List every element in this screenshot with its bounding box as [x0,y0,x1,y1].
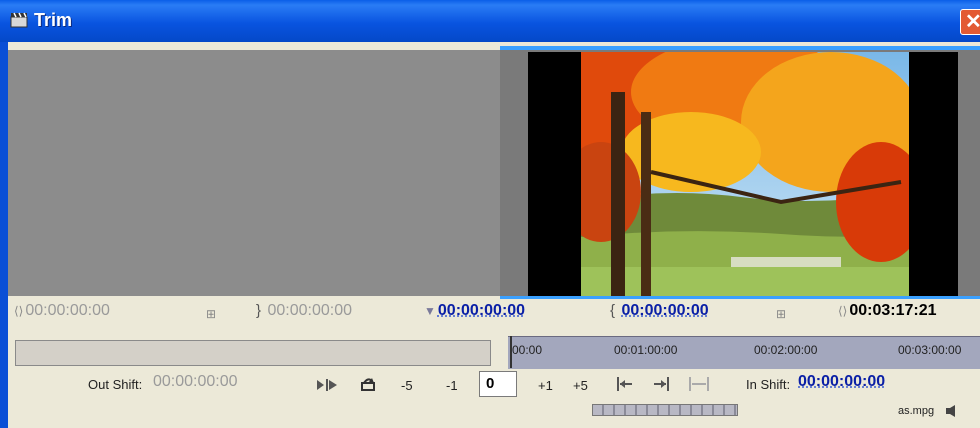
speaker-icon[interactable] [944,405,958,417]
trim-both-icon[interactable] [688,376,710,392]
zoom-scroller[interactable] [592,404,738,416]
trim-frames-input[interactable]: 0 [479,371,517,397]
timeline-tick: 00:00 [512,343,543,357]
out-in-point-timecode[interactable]: ⟨⟩ 00:00:00:00 [14,302,110,328]
timeline-tick: 00:01:00:00 [614,343,678,357]
window-title: Trim [34,10,73,30]
in-point-icon: { [610,302,616,319]
go-to-in-point-icon[interactable] [616,376,634,392]
clip-filename: as.mpg [898,405,935,417]
autumn-tree-thumbnail [581,52,909,296]
out-out-point-timecode[interactable]: } 00:00:00:00 [256,302,352,328]
out-shift-value[interactable]: 00:00:00:00 [153,373,238,391]
trim-minus5-button[interactable]: -5 [401,378,413,393]
active-monitor-indicator-bottom [500,296,980,299]
active-monitor-indicator-top [500,46,980,50]
go-to-out-point-icon[interactable] [652,376,670,392]
frame-icon[interactable]: ⊞ [776,305,788,331]
close-button[interactable]: ✕ [960,9,980,35]
frame-icon[interactable]: ⊞ [206,305,218,331]
trim-plus5-button[interactable]: +5 [573,378,588,393]
out-monitor [8,50,500,296]
play-edit-icon[interactable] [316,378,338,392]
in-out-bracket-icon: ⟨⟩ [14,304,24,318]
out-point-icon: } [256,302,262,319]
title-bar[interactable]: Trim ✕ [0,0,980,42]
in-in-point-timecode[interactable]: { 00:00:00:00 [610,302,709,328]
marker-icon: ▼ [424,304,436,318]
current-time-timecode[interactable]: ▼ 00:00:00:00 [424,302,525,328]
out-clip-bar[interactable] [15,340,491,366]
window-frame-left [0,42,8,428]
loop-icon[interactable] [360,376,376,392]
trim-plus1-button[interactable]: +1 [538,378,553,393]
close-icon: ✕ [965,11,980,33]
duration-bracket-icon: ⟨⟩ [838,304,848,318]
duration-timecode[interactable]: ⟨⟩ 00:03:17:21 [838,302,937,328]
timeline-tick: 00:02:00:00 [754,343,818,357]
clapperboard-icon [10,12,28,28]
in-shift-label: In Shift: [746,377,791,392]
trim-minus1-button[interactable]: -1 [446,378,458,393]
out-shift-label: Out Shift: [88,377,143,392]
timeline-tick: 00:03:00:00 [898,343,962,357]
in-shift-value[interactable]: 00:00:00:00 [798,373,885,391]
